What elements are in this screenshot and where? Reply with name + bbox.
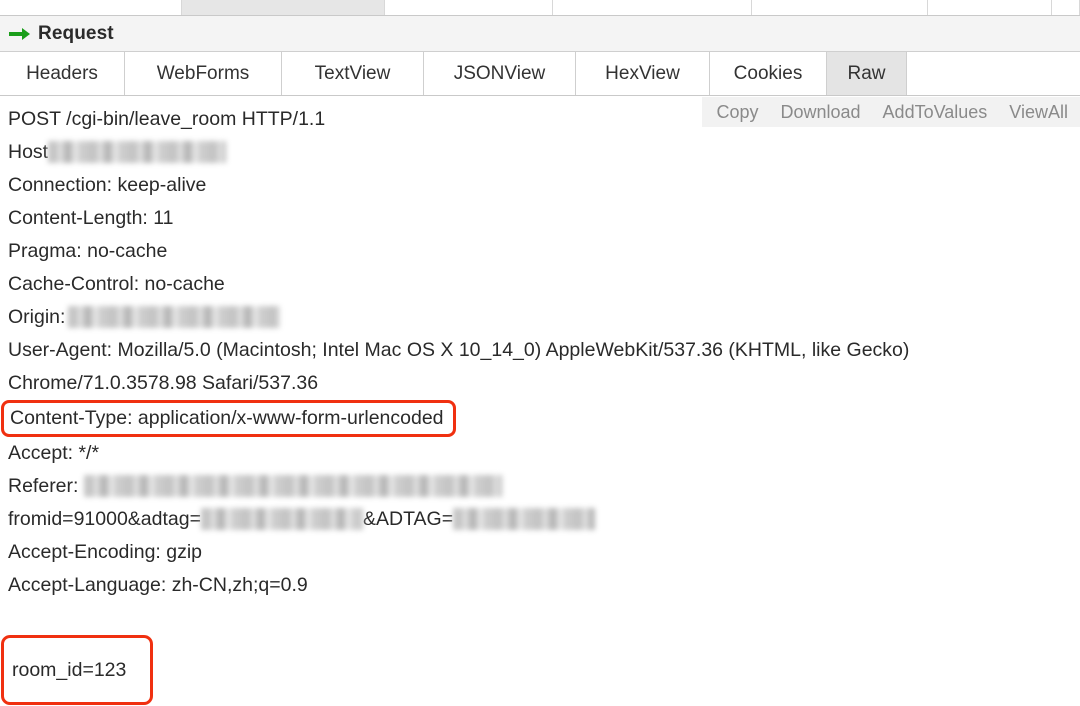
request-header-bar: Request (0, 16, 1080, 52)
session-grid-cell[interactable] (553, 0, 752, 15)
copy-button[interactable]: Copy (716, 102, 758, 123)
tab-hexview[interactable]: HexView (576, 52, 710, 95)
raw-line-referer-query: fromid=91000&adtag= &ADTAG= (8, 503, 1080, 536)
referer-value-redacted (84, 474, 503, 497)
raw-request-content[interactable]: POST /cgi-bin/leave_room HTTP/1.1 Host C… (0, 96, 1080, 706)
session-grid-cell[interactable] (752, 0, 928, 15)
tab-textview[interactable]: TextView (282, 52, 424, 95)
referer-query-prefix: fromid=91000&adtag= (8, 508, 201, 530)
session-grid-cell[interactable] (928, 0, 1052, 15)
host-label: Host (8, 141, 49, 163)
raw-line-content-length: Content-Length: 11 (8, 207, 174, 229)
raw-line-content-type-highlighted: Content-Type: application/x-www-form-url… (1, 400, 1080, 437)
view-all-button[interactable]: ViewAll (1009, 102, 1068, 123)
session-grid-strip[interactable] (0, 0, 1080, 16)
tab-cookies[interactable]: Cookies (710, 52, 827, 95)
raw-line-accept-encoding: Accept-Encoding: gzip (8, 541, 203, 563)
tab-bar-filler (907, 52, 1080, 95)
raw-toolbar[interactable]: Copy Download AddToValues ViewAll (702, 97, 1080, 127)
add-to-values-button[interactable]: AddToValues (883, 102, 988, 123)
raw-line-origin: Origin: (8, 301, 1080, 334)
raw-line-referer: Referer: (8, 470, 1080, 503)
raw-line-pragma: Pragma: no-cache (8, 240, 168, 262)
raw-line-connection: Connection: keep-alive (8, 174, 207, 196)
tab-headers[interactable]: Headers (0, 52, 125, 95)
adtag-value-redacted (200, 507, 363, 530)
referer-query-mid: &ADTAG= (362, 508, 454, 530)
session-grid-cell[interactable] (0, 0, 182, 15)
adtag-upper-value-redacted (453, 507, 596, 530)
tab-webforms[interactable]: WebForms (125, 52, 282, 95)
raw-line-accept-language: Accept-Language: zh-CN,zh;q=0.9 (8, 574, 308, 596)
origin-value-redacted (68, 305, 281, 328)
page-title: Request (38, 22, 114, 44)
raw-line-accept: Accept: */* (8, 442, 100, 464)
tab-jsonview[interactable]: JSONView (424, 52, 576, 95)
host-value-redacted (48, 140, 227, 163)
tab-raw[interactable]: Raw (827, 52, 907, 95)
inspector-tab-bar[interactable]: Headers WebForms TextView JSONView HexVi… (0, 52, 1080, 96)
session-grid-cell[interactable] (385, 0, 553, 15)
download-button[interactable]: Download (780, 102, 860, 123)
raw-blank-line (8, 602, 1080, 635)
raw-line-user-agent: User-Agent: Mozilla/5.0 (Macintosh; Inte… (8, 339, 910, 394)
raw-line-host: Host (8, 136, 1080, 169)
origin-label: Origin: (8, 306, 66, 328)
content-type-highlight-box: Content-Type: application/x-www-form-url… (1, 400, 456, 437)
green-right-arrow-icon (9, 27, 31, 41)
session-grid-cell-selected[interactable] (182, 0, 385, 15)
post-body-highlight-box: room_id=123 (1, 635, 154, 705)
raw-line-cache-control: Cache-Control: no-cache (8, 273, 225, 295)
referer-label: Referer: (8, 475, 79, 497)
session-grid-cell[interactable] (1052, 0, 1080, 15)
raw-line-post-body-highlighted: room_id=123 (1, 635, 1080, 705)
